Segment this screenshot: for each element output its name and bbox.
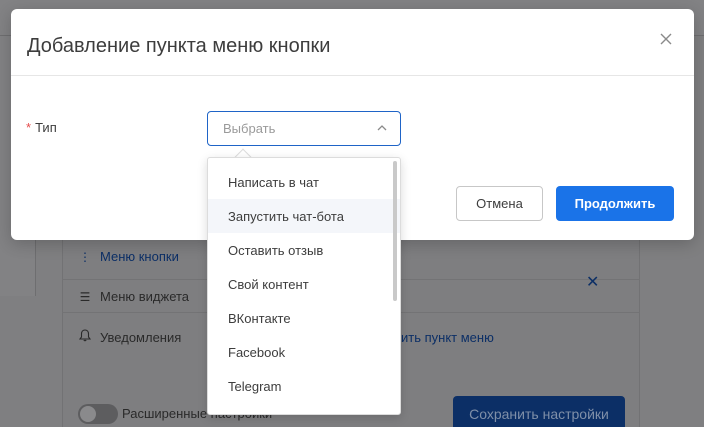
sidebar-item-label: Меню кнопки — [100, 249, 179, 264]
remove-item-icon[interactable]: ✕ — [586, 272, 599, 292]
close-icon[interactable] — [658, 31, 674, 47]
save-settings-button[interactable]: Сохранить настройки — [453, 396, 625, 427]
type-select[interactable]: Выбрать — [207, 111, 401, 146]
chevron-up-icon — [376, 122, 388, 134]
vertical-dots-icon: ⋮ — [79, 249, 91, 264]
dialog-title: Добавление пункта меню кнопки — [27, 35, 331, 57]
option-telegram[interactable]: Telegram — [208, 369, 400, 403]
option-leave-review[interactable]: Оставить отзыв — [208, 233, 400, 267]
continue-button[interactable]: Продолжить — [556, 186, 674, 221]
type-options-list: Написать в чат Запустить чат-бота Остави… — [208, 158, 400, 403]
sidebar-item-label: Меню виджета — [100, 289, 190, 304]
option-start-chatbot[interactable]: Запустить чат-бота — [208, 199, 400, 233]
option-custom-content[interactable]: Свой контент — [208, 267, 400, 301]
type-select-placeholder: Выбрать — [223, 121, 276, 136]
type-dropdown: Написать в чат Запустить чат-бота Остави… — [207, 157, 401, 415]
sidebar-item-notifications[interactable]: Уведомления — [78, 329, 181, 345]
required-mark: * — [26, 120, 32, 135]
bell-icon — [78, 329, 92, 345]
cancel-button[interactable]: Отмена — [456, 186, 543, 221]
option-facebook[interactable]: Facebook — [208, 335, 400, 369]
option-write-chat[interactable]: Написать в чат — [208, 165, 400, 199]
hamburger-icon: ☰ — [79, 289, 91, 304]
sidebar-item-widget-menu[interactable]: ☰ Меню виджета — [78, 289, 189, 304]
add-menu-item-link[interactable]: ить пункт меню — [401, 330, 494, 345]
option-vkontakte[interactable]: ВКонтакте — [208, 301, 400, 335]
sidebar-item-button-menu[interactable]: ⋮ Меню кнопки — [78, 249, 179, 264]
dialog-header: Добавление пункта меню кнопки — [11, 9, 694, 76]
dropdown-scrollbar[interactable] — [393, 161, 397, 301]
type-label-text: Тип — [35, 120, 57, 135]
advanced-settings-toggle[interactable] — [78, 404, 118, 424]
sidebar-item-label: Уведомления — [100, 329, 182, 345]
type-field-label: * Тип — [26, 120, 57, 135]
